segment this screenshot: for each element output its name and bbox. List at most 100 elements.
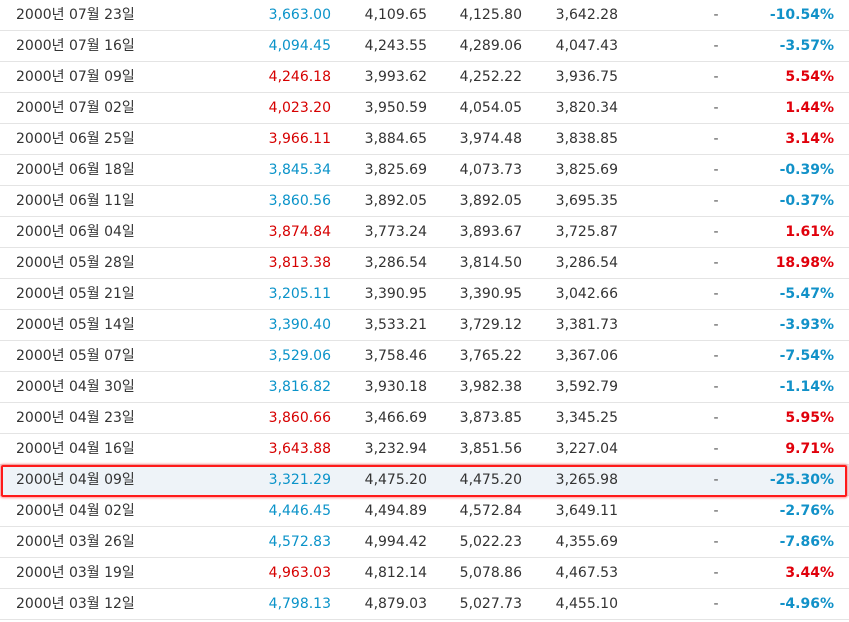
volume-cell: -: [713, 224, 719, 240]
close-price-cell: 4,572.83: [268, 534, 331, 550]
date-cell: 2000년 07월 02일: [16, 100, 135, 116]
table-row[interactable]: 2000년 04월 23일 3,860.66 3,466.69 3,873.85 3,3…: [0, 403, 849, 434]
change-percent-cell: 3.14%: [785, 131, 834, 147]
date-cell: 2000년 04월 30일: [16, 379, 135, 395]
open-price-cell: 3,825.69: [364, 162, 427, 178]
open-price-cell: 3,930.18: [364, 379, 427, 395]
open-price-cell: 3,533.21: [364, 317, 427, 333]
table-row[interactable]: 2000년 07월 09일 4,246.18 3,993.62 4,252.22 3,9…: [0, 62, 849, 93]
open-price-cell: 4,243.55: [364, 38, 427, 54]
high-price-cell: 4,073.73: [459, 162, 522, 178]
low-price-cell: 3,227.04: [555, 441, 618, 457]
date-cell: 2000년 05월 21일: [16, 286, 135, 302]
volume-cell: -: [713, 162, 719, 178]
low-price-cell: 3,592.79: [555, 379, 618, 395]
change-percent-cell: -7.86%: [779, 534, 834, 550]
low-price-cell: 3,381.73: [555, 317, 618, 333]
change-percent-cell: 9.71%: [785, 441, 834, 457]
low-price-cell: 4,047.43: [555, 38, 618, 54]
table-row[interactable]: 2000년 07월 23일 3,663.00 4,109.65 4,125.80 3,6…: [0, 0, 849, 31]
table-row[interactable]: 2000년 04월 30일 3,816.82 3,930.18 3,982.38 3,5…: [0, 372, 849, 403]
close-price-cell: 4,023.20: [268, 100, 331, 116]
table-row[interactable]: 2000년 04월 09일 3,321.29 4,475.20 4,475.20 3,2…: [0, 465, 849, 496]
volume-cell: -: [713, 286, 719, 302]
volume-cell: -: [713, 472, 719, 488]
high-price-cell: 3,982.38: [459, 379, 522, 395]
high-price-cell: 3,893.67: [459, 224, 522, 240]
table-row[interactable]: 2000년 05월 21일 3,205.11 3,390.95 3,390.95 3,0…: [0, 279, 849, 310]
volume-cell: -: [713, 255, 719, 271]
table-row[interactable]: 2000년 03월 19일 4,963.03 4,812.14 5,078.86 4,4…: [0, 558, 849, 589]
close-price-cell: 4,963.03: [268, 565, 331, 581]
table-row[interactable]: 2000년 05월 14일 3,390.40 3,533.21 3,729.12 3,3…: [0, 310, 849, 341]
high-price-cell: 3,729.12: [459, 317, 522, 333]
date-cell: 2000년 06월 18일: [16, 162, 135, 178]
table-row[interactable]: 2000년 03월 26일 4,572.83 4,994.42 5,022.23 4,3…: [0, 527, 849, 558]
table-row[interactable]: 2000년 07월 02일 4,023.20 3,950.59 4,054.05 3,8…: [0, 93, 849, 124]
close-price-cell: 3,860.56: [268, 193, 331, 209]
low-price-cell: 3,695.35: [555, 193, 618, 209]
change-percent-cell: -25.30%: [769, 472, 834, 488]
close-price-cell: 3,643.88: [268, 441, 331, 457]
open-price-cell: 3,466.69: [364, 410, 427, 426]
close-price-cell: 3,205.11: [268, 286, 331, 302]
change-percent-cell: -0.39%: [779, 162, 834, 178]
open-price-cell: 3,390.95: [364, 286, 427, 302]
high-price-cell: 3,974.48: [459, 131, 522, 147]
volume-cell: -: [713, 596, 719, 612]
open-price-cell: 4,994.42: [364, 534, 427, 550]
high-price-cell: 4,252.22: [459, 69, 522, 85]
high-price-cell: 4,289.06: [459, 38, 522, 54]
high-price-cell: 3,814.50: [459, 255, 522, 271]
high-price-cell: 5,078.86: [459, 565, 522, 581]
date-cell: 2000년 03월 19일: [16, 565, 135, 581]
table-row[interactable]: 2000년 05월 28일 3,813.38 3,286.54 3,814.50 3,2…: [0, 248, 849, 279]
low-price-cell: 3,345.25: [555, 410, 618, 426]
high-price-cell: 4,475.20: [459, 472, 522, 488]
volume-cell: -: [713, 317, 719, 333]
table-row[interactable]: 2000년 04월 02일 4,446.45 4,494.89 4,572.84 3,6…: [0, 496, 849, 527]
low-price-cell: 3,367.06: [555, 348, 618, 364]
table-row[interactable]: 2000년 03월 12일 4,798.13 4,879.03 5,027.73 4,4…: [0, 589, 849, 620]
change-percent-cell: -4.96%: [779, 596, 834, 612]
high-price-cell: 5,022.23: [459, 534, 522, 550]
volume-cell: -: [713, 565, 719, 581]
close-price-cell: 3,321.29: [268, 472, 331, 488]
high-price-cell: 4,125.80: [459, 7, 522, 23]
date-cell: 2000년 05월 28일: [16, 255, 135, 271]
table-row[interactable]: 2000년 06월 04일 3,874.84 3,773.24 3,893.67 3,7…: [0, 217, 849, 248]
low-price-cell: 3,286.54: [555, 255, 618, 271]
volume-cell: -: [713, 7, 719, 23]
low-price-cell: 3,820.34: [555, 100, 618, 116]
low-price-cell: 3,838.85: [555, 131, 618, 147]
date-cell: 2000년 03월 12일: [16, 596, 135, 612]
low-price-cell: 3,649.11: [555, 503, 618, 519]
close-price-cell: 3,966.11: [268, 131, 331, 147]
date-cell: 2000년 03월 26일: [16, 534, 135, 550]
close-price-cell: 3,813.38: [268, 255, 331, 271]
table-row[interactable]: 2000년 07월 16일 4,094.45 4,243.55 4,289.06 4,0…: [0, 31, 849, 62]
high-price-cell: 3,851.56: [459, 441, 522, 457]
change-percent-cell: -10.54%: [769, 7, 834, 23]
table-row[interactable]: 2000년 05월 07일 3,529.06 3,758.46 3,765.22 3,3…: [0, 341, 849, 372]
close-price-cell: 3,663.00: [268, 7, 331, 23]
low-price-cell: 3,936.75: [555, 69, 618, 85]
high-price-cell: 4,572.84: [459, 503, 522, 519]
close-price-cell: 3,816.82: [268, 379, 331, 395]
open-price-cell: 3,773.24: [364, 224, 427, 240]
table-row[interactable]: 2000년 04월 16일 3,643.88 3,232.94 3,851.56 3,2…: [0, 434, 849, 465]
table-row[interactable]: 2000년 06월 18일 3,845.34 3,825.69 4,073.73 3,8…: [0, 155, 849, 186]
change-percent-cell: 1.44%: [785, 100, 834, 116]
change-percent-cell: 5.95%: [785, 410, 834, 426]
volume-cell: -: [713, 131, 719, 147]
close-price-cell: 3,860.66: [268, 410, 331, 426]
table-row[interactable]: 2000년 06월 11일 3,860.56 3,892.05 3,892.05 3,6…: [0, 186, 849, 217]
high-price-cell: 3,873.85: [459, 410, 522, 426]
close-price-cell: 3,845.34: [268, 162, 331, 178]
date-cell: 2000년 06월 04일: [16, 224, 135, 240]
change-percent-cell: 3.44%: [785, 565, 834, 581]
volume-cell: -: [713, 38, 719, 54]
date-cell: 2000년 04월 09일: [16, 472, 135, 488]
close-price-cell: 4,798.13: [268, 596, 331, 612]
table-row[interactable]: 2000년 06월 25일 3,966.11 3,884.65 3,974.48 3,8…: [0, 124, 849, 155]
